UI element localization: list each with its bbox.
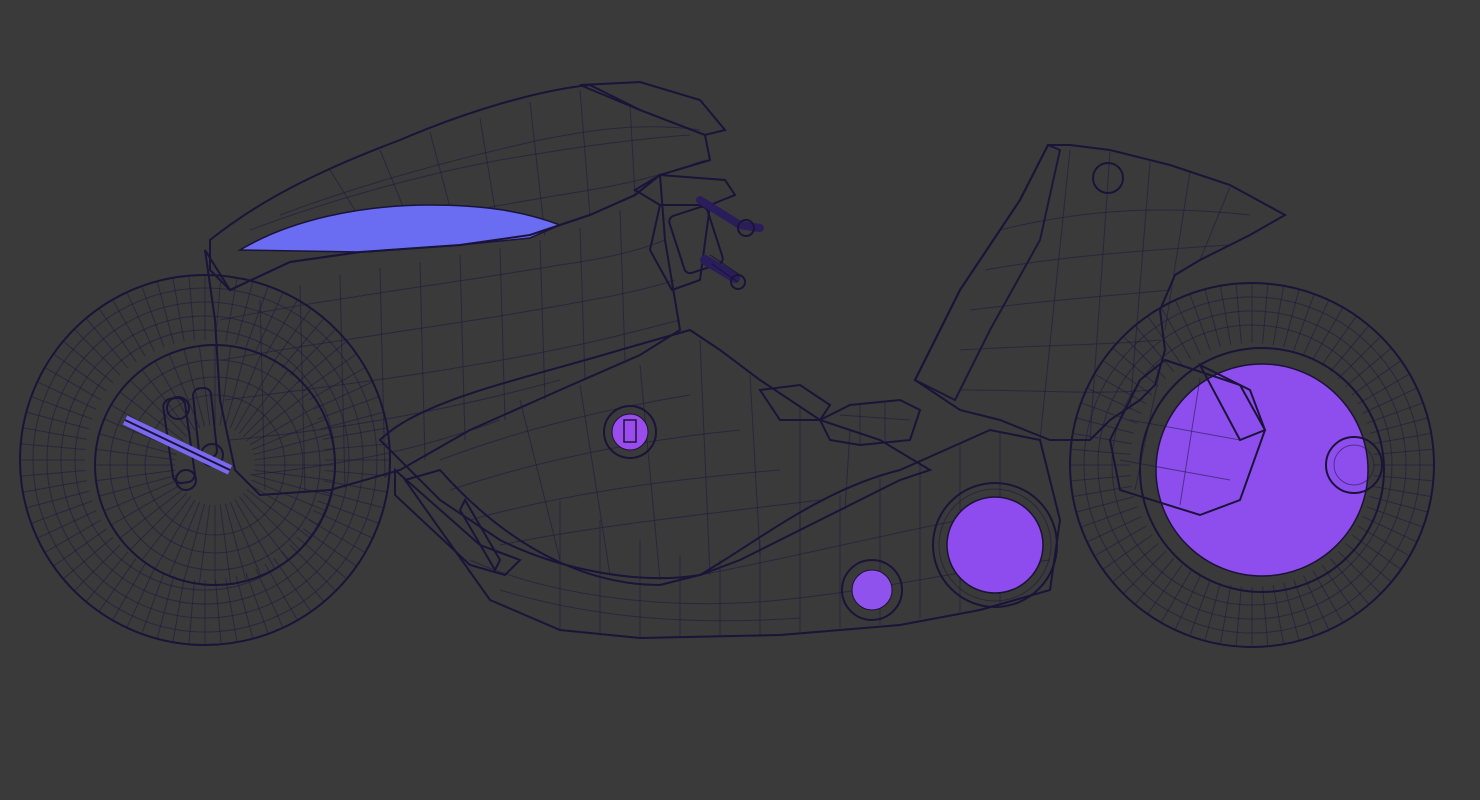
swingarm[interactable] — [403, 428, 1062, 640]
tire-wire-edge — [1219, 285, 1232, 345]
tire-wire-edge — [1262, 586, 1269, 647]
tire-wire-edge — [1272, 285, 1285, 345]
tire-wire-edge — [1102, 360, 1153, 396]
tire-wire-edge — [1235, 283, 1242, 344]
tire-wire-edge — [1070, 475, 1131, 482]
tire-wire-edge — [1076, 496, 1135, 513]
tire-wire-edge — [1072, 432, 1132, 445]
tire-wire-edge — [73, 544, 121, 592]
tire-wire-edge — [255, 568, 284, 628]
tire-wire-edge — [1362, 387, 1418, 414]
tire-wire-edge — [1080, 506, 1138, 528]
tire-wire-edge — [37, 510, 97, 539]
tire-wire-edge — [1219, 585, 1232, 645]
motorcycle-model[interactable] — [0, 0, 1480, 800]
tire-wire-edge — [1122, 550, 1167, 595]
tire-wire-edge — [289, 328, 337, 376]
tire-wire-edge — [1174, 575, 1201, 631]
tire-wire-edge — [1189, 293, 1211, 351]
seat[interactable] — [758, 383, 922, 447]
tire-wire-edge — [119, 489, 184, 539]
tire-wire-edge — [1337, 550, 1382, 595]
tire-wire-edge — [225, 578, 238, 643]
connector-strut — [394, 467, 522, 577]
tire-wire-edge — [1235, 586, 1242, 647]
body-shell[interactable] — [378, 328, 933, 581]
tire-wire-edge — [1366, 402, 1424, 424]
tire-wire-edge — [172, 578, 185, 643]
tire-wire-edge — [1204, 582, 1221, 641]
tire-wire-edge — [126, 568, 155, 628]
tire-wire-edge — [313, 510, 373, 539]
tire-wire-edge — [126, 292, 155, 352]
tire-wire-edge — [242, 492, 301, 551]
tire-wire-edge — [1174, 299, 1201, 355]
tire-wire-edge — [1272, 585, 1285, 645]
tire-wire-edge — [1303, 299, 1330, 355]
tire-wire-edge — [22, 427, 87, 440]
tire-wire-edge — [1373, 475, 1434, 482]
tire-wire-edge — [1070, 448, 1131, 455]
tire-wire-edge — [172, 277, 185, 342]
tire-wire-edge — [1351, 360, 1402, 396]
tire-wire-edge — [1351, 534, 1402, 570]
tire-wire-edge — [246, 391, 311, 441]
tire-wire-edge — [1102, 534, 1153, 570]
fuel-cap[interactable] — [603, 405, 657, 459]
tire-wire-edge — [22, 480, 87, 493]
tire-wire-edge — [1293, 293, 1315, 351]
tire-wire-edge — [246, 489, 311, 539]
tire-wire-edge — [1086, 516, 1142, 543]
tire-wire-edge — [1204, 289, 1221, 348]
tire-wire-edge — [1321, 315, 1357, 366]
tire-wire-edge — [53, 528, 107, 567]
tire-wire-edge — [239, 496, 289, 561]
tire-wire-edge — [1362, 516, 1418, 543]
tire-wire-edge — [273, 308, 312, 362]
3d-viewport[interactable] — [0, 0, 1480, 800]
tire-wire-edge — [1293, 579, 1315, 637]
tire-wire-edge — [1189, 579, 1211, 637]
tire-wire-edge — [1262, 283, 1269, 344]
tire-wire-edge — [1337, 335, 1382, 380]
handlebar[interactable] — [668, 196, 764, 290]
tire-wire-edge — [1283, 289, 1300, 348]
tire-wire-edge — [1147, 564, 1183, 615]
tire-wire-edge — [73, 328, 121, 376]
tire-wire-edge — [303, 353, 357, 392]
tire-wire-edge — [129, 492, 188, 551]
tire-wire-edge — [242, 379, 301, 438]
tire-wire-edge — [303, 528, 357, 567]
tire-wire-edge — [53, 353, 107, 392]
tire-wire-edge — [98, 308, 137, 362]
tire-wire-edge — [1283, 582, 1300, 641]
tire-wire-edge — [98, 558, 137, 612]
tire-wire-edge — [37, 381, 97, 410]
tire-wire-edge — [141, 496, 191, 561]
